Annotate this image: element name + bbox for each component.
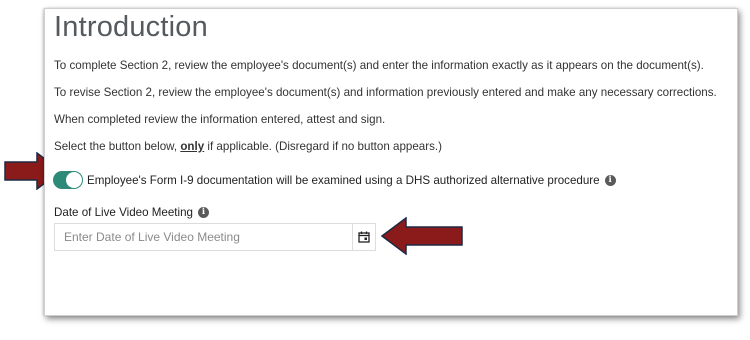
- toggle-knob: [66, 172, 82, 188]
- alt-procedure-row: Employee's Form I-9 documentation will b…: [53, 167, 616, 193]
- instruction-select-button: Select the button below, only if applica…: [54, 140, 442, 153]
- video-meeting-label-row: Date of Live Video Meeting i: [54, 206, 210, 219]
- video-meeting-label: Date of Live Video Meeting: [54, 206, 194, 219]
- instruction-only-emphasis: only: [180, 140, 205, 153]
- video-meeting-date-input[interactable]: [55, 224, 352, 250]
- calendar-button[interactable]: [352, 224, 375, 250]
- instruction-select-prefix: Select the button below,: [54, 140, 181, 153]
- annotation-arrow-right: [381, 217, 463, 255]
- alt-procedure-label: Employee's Form I-9 documentation will b…: [87, 173, 600, 187]
- introduction-panel: Introduction To complete Section 2, revi…: [44, 8, 738, 316]
- instruction-select-suffix: if applicable. (Disregard if no button a…: [204, 140, 442, 153]
- page-title: Introduction: [54, 11, 208, 43]
- instruction-complete: To complete Section 2, review the employ…: [54, 59, 704, 72]
- alt-procedure-toggle[interactable]: [53, 171, 83, 189]
- instruction-attest: When completed review the information en…: [54, 113, 386, 126]
- info-icon[interactable]: i: [198, 207, 210, 218]
- screenshot-stage: Introduction To complete Section 2, revi…: [0, 0, 750, 340]
- info-icon[interactable]: i: [604, 174, 616, 186]
- calendar-icon: [358, 231, 370, 243]
- video-meeting-date-field: [54, 223, 376, 251]
- instruction-revise: To revise Section 2, review the employee…: [54, 86, 717, 99]
